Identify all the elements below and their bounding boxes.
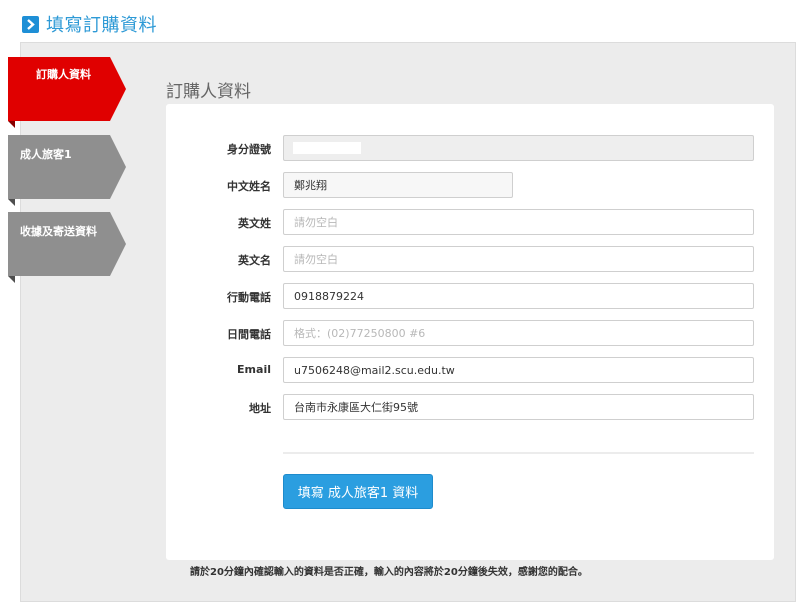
day-phone-label: 日間電話 xyxy=(227,328,271,341)
address-label: 地址 xyxy=(249,402,271,415)
chinese-name-row: 中文姓名 xyxy=(166,172,774,198)
chevron-right-icon xyxy=(22,15,39,33)
english-surname-row: 英文姓 xyxy=(166,209,774,235)
page-header: 填寫訂購資料 xyxy=(22,12,157,36)
address-field[interactable] xyxy=(283,394,754,420)
english-given-name-row: 英文名 xyxy=(166,246,774,272)
address-row: 地址 xyxy=(166,394,774,420)
mobile-field[interactable] xyxy=(283,283,754,309)
next-step-button[interactable]: 填寫 成人旅客1 資料 xyxy=(283,474,433,509)
english-given-name-field[interactable] xyxy=(283,246,754,272)
chinese-name-label: 中文姓名 xyxy=(227,180,271,193)
step-label: 成人旅客1 xyxy=(20,148,72,161)
id-number-label: 身分證號 xyxy=(227,143,271,156)
page-title: 填寫訂購資料 xyxy=(46,15,157,36)
chinese-name-field[interactable] xyxy=(283,172,513,198)
english-surname-label: 英文姓 xyxy=(238,217,271,230)
expiry-notice: 請於20分鐘內確認輸入的資料是否正確，輸入的內容將於20分鐘後失效，感謝您的配合… xyxy=(190,567,588,578)
english-given-name-label: 英文名 xyxy=(238,254,271,267)
orderer-form: 身分證號 中文姓名 英文姓 英文名 行動電話 日間電話 Email 地址 填寫 … xyxy=(166,104,774,560)
day-phone-field[interactable] xyxy=(283,320,754,346)
divider xyxy=(283,452,754,454)
email-label: Email xyxy=(237,363,271,376)
english-surname-field[interactable] xyxy=(283,209,754,235)
mobile-label: 行動電話 xyxy=(227,291,271,304)
day-phone-row: 日間電話 xyxy=(166,320,774,346)
email-field[interactable] xyxy=(283,357,754,383)
email-row: Email xyxy=(166,357,774,383)
redacted-mask xyxy=(293,142,361,154)
step-label: 訂購人資料 xyxy=(36,68,91,81)
id-number-row: 身分證號 xyxy=(166,135,774,161)
section-title: 訂購人資料 xyxy=(166,82,251,102)
mobile-row: 行動電話 xyxy=(166,283,774,309)
step-label: 收據及寄送資料 xyxy=(20,225,97,238)
